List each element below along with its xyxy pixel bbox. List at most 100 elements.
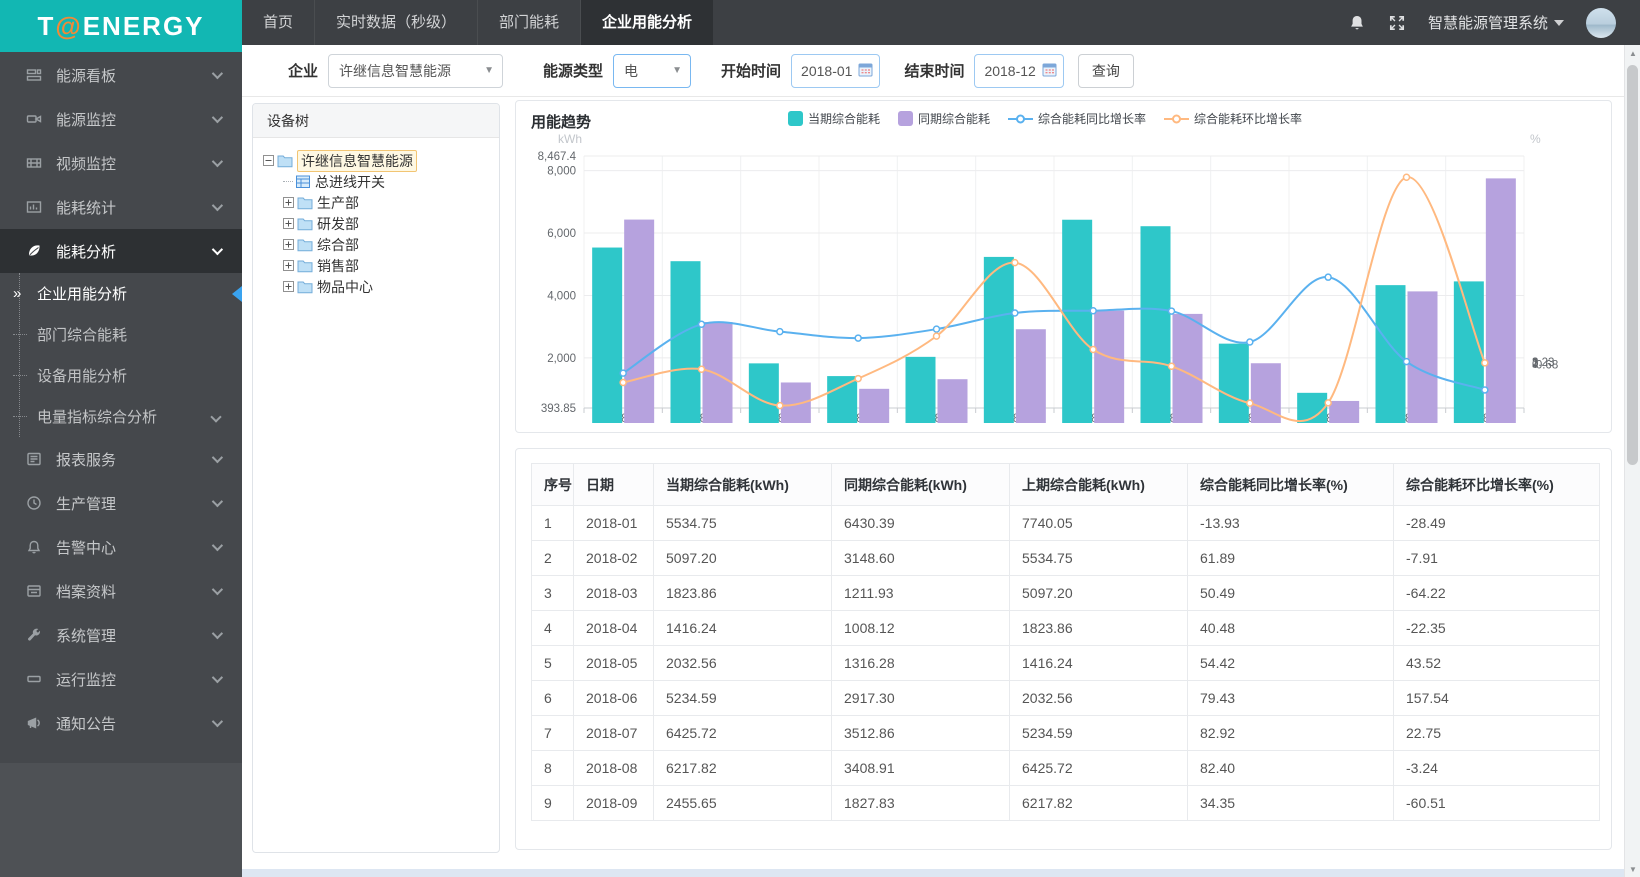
table-cell: 4 [531, 610, 574, 646]
camera-icon [26, 111, 42, 127]
table-cell: 5 [531, 645, 574, 681]
tree-node-label[interactable]: 研发部 [317, 214, 359, 234]
tree-node[interactable]: 物品中心 [283, 276, 489, 297]
expand-icon[interactable] [283, 218, 294, 229]
sidebar-subitem-enterprise-energy-analysis[interactable]: » 企业用能分析 [0, 273, 242, 314]
sidebar-item-alarm-center[interactable]: 告警中心 [0, 525, 242, 569]
search-button[interactable]: 查询 [1077, 53, 1134, 88]
end-time-input[interactable]: 2018-12 [974, 53, 1064, 88]
energy-type-value: 电 [624, 62, 639, 79]
brand-text: T@ENERGY [37, 10, 205, 41]
tree-node-label[interactable]: 生产部 [317, 193, 359, 213]
table-cell: 82.40 [1187, 750, 1394, 786]
calendar-icon[interactable] [858, 62, 873, 80]
sidebar-item-report-service[interactable]: 报表服务 [0, 437, 242, 481]
vertical-scrollbar[interactable]: ▲ ▼ [1624, 45, 1640, 877]
sidebar-item-label: 能源监控 [56, 111, 117, 129]
drive-icon [26, 671, 42, 687]
table-column-header: 综合能耗同比增长率(%) [1187, 463, 1394, 506]
nav-tab-home[interactable]: 首页 [242, 0, 314, 45]
start-time-label: 开始时间 [721, 63, 782, 80]
tree-node-label[interactable]: 销售部 [317, 256, 359, 276]
horizontal-scrollbar[interactable] [242, 869, 1624, 877]
expand-icon[interactable] [283, 260, 294, 271]
table-cell: -7.91 [1393, 540, 1600, 576]
top-nav-tabs: 首页 实时数据（秒级） 部门能耗 企业用能分析 [242, 0, 714, 45]
start-time-input[interactable]: 2018-01 [791, 53, 881, 88]
tree-node-label[interactable]: 综合部 [317, 235, 359, 255]
sidebar-item-archives[interactable]: 档案资料 [0, 569, 242, 613]
sidebar-item-operation-monitoring[interactable]: 运行监控 [0, 657, 242, 701]
sidebar-item-energy-dashboard[interactable]: 能源看板 [0, 53, 242, 97]
company-select[interactable]: 许继信息智慧能源 ▼ [328, 53, 504, 88]
sidebar-item-notice[interactable]: 通知公告 [0, 701, 242, 745]
company-select-value: 许继信息智慧能源 [339, 62, 452, 79]
table-row: 8 2018-08 6217.82 3408.91 6425.72 82.40 -3.24 [531, 750, 1600, 786]
sidebar-item-energy-monitoring[interactable]: 能源监控 [0, 97, 242, 141]
tree-node-root[interactable]: 许继信息智慧能源 [263, 149, 489, 172]
scroll-down-button[interactable]: ▼ [1625, 861, 1640, 877]
table-column-header: 序号 [531, 463, 574, 506]
nav-tab-realtime-data[interactable]: 实时数据（秒级） [314, 0, 477, 45]
nav-tab-dept-energy[interactable]: 部门能耗 [477, 0, 580, 45]
legend-item[interactable]: 当期综合能耗 [788, 110, 880, 127]
top-bar: 首页 实时数据（秒级） 部门能耗 企业用能分析 智慧能源管理系统 [0, 0, 1640, 45]
sidebar-item-production-mgmt[interactable]: 生产管理 [0, 481, 242, 525]
chevron-down-icon [211, 451, 224, 464]
tree-node[interactable]: 研发部 [283, 213, 489, 234]
sidebar-subitem-dept-comprehensive-energy[interactable]: 部门综合能耗 [0, 314, 242, 355]
tree-node-label[interactable]: 总进线开关 [315, 172, 385, 192]
system-name-menu[interactable]: 智慧能源管理系统 [1428, 12, 1564, 33]
table-row: 9 2018-09 2455.65 1827.83 6217.82 34.35 -60.51 [531, 785, 1600, 821]
chevron-down-icon [211, 495, 224, 508]
avatar[interactable] [1586, 7, 1616, 38]
sidebar-item-system-mgmt[interactable]: 系统管理 [0, 613, 242, 657]
svg-text:4,000: 4,000 [547, 290, 576, 302]
tree-node-label[interactable]: 物品中心 [317, 277, 373, 297]
leaf-icon [26, 243, 42, 259]
tree-node[interactable]: 生产部 [283, 192, 489, 213]
table-cell: 3408.91 [831, 750, 1010, 786]
table-cell: 1827.83 [831, 785, 1010, 821]
end-time-value: 2018-12 [984, 62, 1036, 79]
table-cell: 3 [531, 575, 574, 611]
scroll-up-button[interactable]: ▲ [1625, 45, 1640, 61]
table-row: 4 2018-04 1416.24 1008.12 1823.86 40.48 -22.35 [531, 610, 1600, 646]
expand-icon[interactable] [283, 197, 294, 208]
chevron-down-icon [211, 243, 224, 256]
sidebar-item-label: 视频监控 [56, 155, 117, 173]
table-cell: 1 [531, 505, 574, 541]
bell-icon[interactable] [1348, 14, 1366, 32]
sidebar-item-energy-stats[interactable]: 能耗统计 [0, 185, 242, 229]
report-icon [26, 451, 42, 467]
chevron-down-icon [211, 67, 224, 80]
tree-node[interactable]: 销售部 [283, 255, 489, 276]
table-cell: 22.75 [1393, 715, 1600, 751]
expand-icon[interactable] [283, 239, 294, 250]
calendar-icon[interactable] [1042, 62, 1057, 80]
sidebar-item-energy-analysis[interactable]: 能耗分析 [0, 229, 242, 273]
fullscreen-icon[interactable] [1388, 14, 1406, 32]
legend-bar-swatch [898, 111, 914, 126]
tree-node[interactable]: 综合部 [283, 234, 489, 255]
archive-icon [26, 583, 42, 599]
tree-node[interactable]: 总进线开关 [283, 171, 489, 192]
chevron-down-icon: ▼ [484, 65, 495, 76]
legend-item[interactable]: 综合能耗同比增长率 [1008, 110, 1146, 127]
topbar-right: 智慧能源管理系统 [1348, 0, 1616, 45]
sidebar-item-label: 系统管理 [56, 627, 117, 645]
sidebar-subitem-power-indicator-analysis[interactable]: 电量指标综合分析 [0, 396, 242, 437]
sidebar-subitem-device-energy-analysis[interactable]: 设备用能分析 [0, 355, 242, 396]
energy-type-select[interactable]: 电 ▼ [613, 53, 692, 88]
legend-label: 当期综合能耗 [808, 112, 881, 126]
table-row: 6 2018-06 5234.59 2917.30 2032.56 79.43 157.54 [531, 680, 1600, 716]
expand-icon[interactable] [283, 281, 294, 292]
scrollbar-thumb[interactable] [1627, 65, 1638, 465]
tree-node-label[interactable]: 许继信息智慧能源 [297, 149, 417, 172]
legend-item[interactable]: 同期综合能耗 [898, 110, 990, 127]
legend-item[interactable]: 综合能耗环比增长率 [1164, 110, 1302, 127]
nav-tab-enterprise-energy-analysis[interactable]: 企业用能分析 [580, 0, 714, 45]
sidebar-item-video-monitoring[interactable]: 视频监控 [0, 141, 242, 185]
collapse-icon[interactable] [263, 155, 274, 166]
table-cell: 6425.72 [653, 715, 832, 751]
